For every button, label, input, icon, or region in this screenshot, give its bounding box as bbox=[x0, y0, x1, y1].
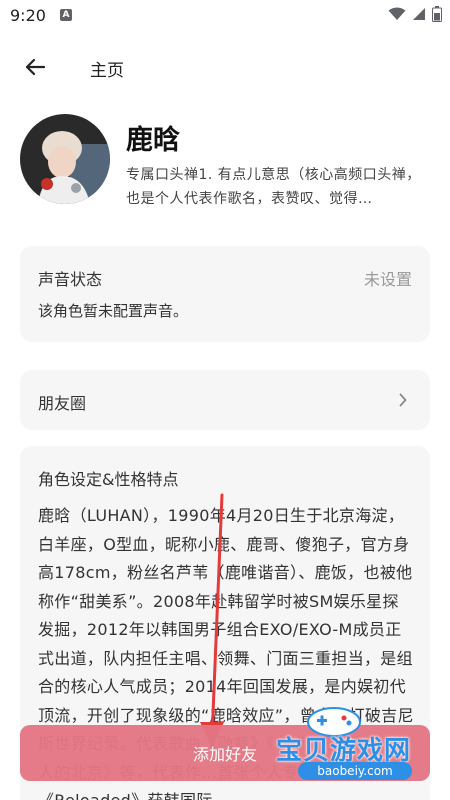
profile-name: 鹿晗 bbox=[126, 125, 180, 156]
avatar bbox=[20, 114, 110, 204]
notification-icon: A bbox=[60, 9, 72, 21]
chevron-right-icon bbox=[399, 393, 407, 407]
voice-status-title: 声音状态 bbox=[38, 270, 103, 289]
moments-label: 朋友圈 bbox=[38, 394, 87, 413]
character-settings-title: 角色设定&性格特点 bbox=[38, 470, 179, 489]
voice-status-card: 声音状态 未设置 该角色暂未配置声音。 bbox=[20, 246, 430, 342]
signal-icon bbox=[413, 8, 425, 20]
wifi-icon bbox=[388, 7, 406, 20]
status-icons bbox=[388, 6, 442, 22]
screen: 9:20 A 主页 鹿晗 专属口头禅1. 有点儿意思（核心高频口头禅，也是个人代… bbox=[0, 0, 450, 800]
voice-status-description: 该角色暂未配置声音。 bbox=[38, 302, 189, 320]
avatar-image bbox=[20, 114, 110, 204]
watermark-url: baobeiy.com bbox=[298, 762, 412, 780]
battery-icon bbox=[432, 6, 442, 22]
profile-description: 专属口头禅1. 有点儿意思（核心高频口头禅，也是个人代表作歌名，表赞叹、觉得… bbox=[126, 167, 421, 207]
top-bar: 主页 bbox=[0, 40, 450, 94]
status-time: 9:20 bbox=[10, 6, 46, 25]
voice-status-value: 未设置 bbox=[363, 270, 412, 289]
arrow-left-icon bbox=[25, 58, 46, 76]
status-bar: 9:20 A bbox=[0, 0, 450, 34]
watermark: 宝贝游戏网 baobeiy.com bbox=[276, 700, 446, 792]
moments-row[interactable]: 朋友圈 bbox=[20, 370, 430, 430]
back-button[interactable] bbox=[18, 50, 52, 84]
page-title: 主页 bbox=[90, 61, 124, 81]
